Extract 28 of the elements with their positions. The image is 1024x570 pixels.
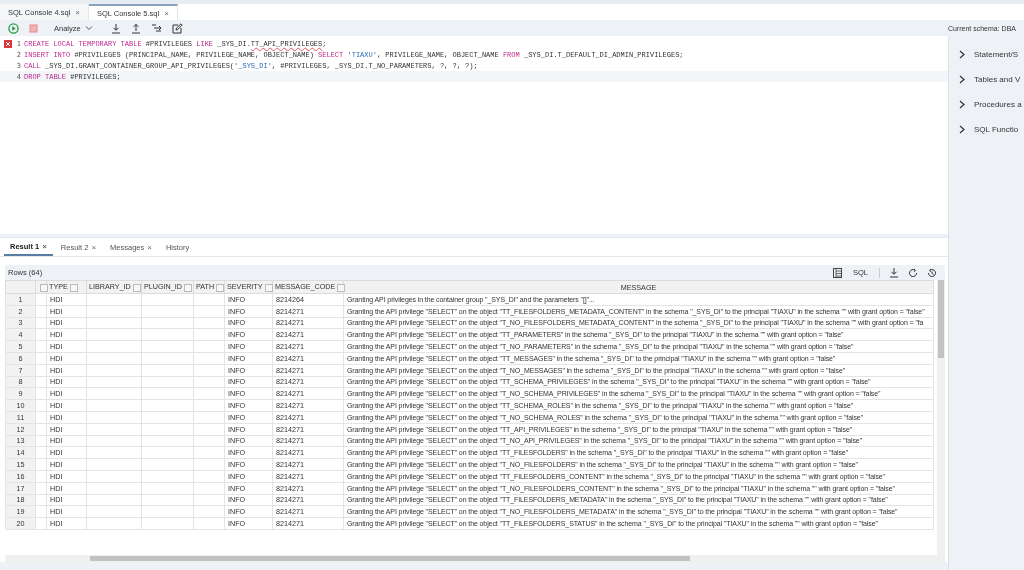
columns-icon[interactable] [833, 267, 842, 278]
filter-icon[interactable] [132, 283, 141, 292]
horizontal-scrollbar[interactable] [5, 555, 945, 562]
chevron-icon [959, 125, 965, 134]
format-icon[interactable] [150, 23, 162, 33]
filter-icon[interactable] [337, 283, 346, 292]
run-icon[interactable] [8, 22, 19, 34]
filter-icon[interactable] [264, 283, 273, 292]
filter-icon[interactable] [183, 283, 192, 292]
chevron-icon [959, 100, 965, 109]
panel-section[interactable]: Statement/S [949, 42, 1024, 67]
download-icon[interactable] [889, 267, 899, 278]
caret-icon [84, 25, 93, 31]
filter-icon[interactable] [40, 283, 48, 292]
refresh-icon[interactable] [908, 267, 918, 278]
panel-section[interactable]: SQL Functio [949, 117, 1024, 142]
vertical-scrollbar[interactable] [937, 280, 945, 555]
upload-icon[interactable] [130, 22, 141, 34]
panel-section[interactable]: Tables and V [949, 67, 1024, 92]
filter-icon[interactable] [216, 283, 225, 292]
stop-icon[interactable] [29, 23, 38, 33]
panel-section[interactable]: Procedures a [949, 92, 1024, 117]
download-icon[interactable] [110, 22, 121, 34]
chevron-icon [959, 75, 965, 84]
chevron-icon [959, 50, 965, 59]
reset-icon[interactable] [927, 267, 937, 278]
filter-icon[interactable] [69, 283, 78, 292]
edit-icon[interactable] [171, 22, 183, 34]
